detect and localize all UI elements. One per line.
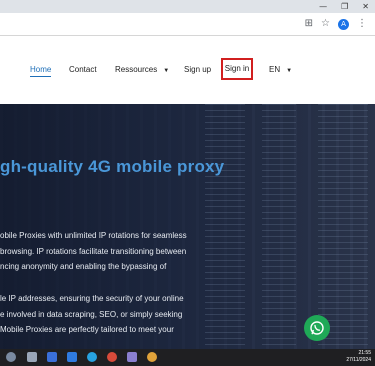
language-label: EN (269, 65, 281, 74)
hero-title: gh-quality 4G mobile proxy (0, 157, 225, 176)
nav-resources-label: Ressources (115, 65, 158, 74)
nav-signup-link[interactable]: Sign up (184, 65, 211, 75)
windows-taskbar: 21:55 27/11/2024 (0, 349, 375, 366)
hero-paragraph-1: obile Proxies with unlimited IP rotation… (0, 228, 187, 275)
taskbar-clock[interactable]: 21:55 27/11/2024 (346, 350, 371, 364)
translate-icon[interactable]: ⊞ (305, 17, 313, 31)
app-icon[interactable] (67, 352, 77, 362)
clock-date: 27/11/2024 (346, 357, 371, 363)
browser-titlebar: — ❐ ✕ (0, 0, 375, 13)
chrome-icon[interactable] (107, 352, 117, 362)
minimize-button[interactable]: — (319, 0, 327, 13)
excel-icon[interactable] (47, 352, 57, 362)
nav-resources-dropdown[interactable]: Ressources ▼ (115, 65, 169, 76)
nav-contact-link[interactable]: Contact (69, 65, 97, 75)
whatsapp-chat-button[interactable] (304, 315, 330, 341)
chevron-down-icon: ▼ (163, 68, 170, 74)
start-icon[interactable] (6, 352, 16, 362)
hero-text-line: e involved in data scraping, SEO, or sim… (0, 309, 183, 319)
clock-time: 21:55 (358, 350, 371, 356)
hero-text-line: Mobile Proxies are perfectly tailored to… (0, 325, 174, 334)
server-rack-image (318, 104, 368, 349)
server-rack-image (262, 104, 296, 349)
server-rack-image (205, 104, 245, 349)
telegram-icon[interactable] (87, 352, 97, 362)
browser-menu-icon[interactable]: ⋮ (357, 17, 367, 31)
hero-text-line: le IP addresses, ensuring the security o… (0, 294, 184, 303)
bookmark-star-icon[interactable]: ☆ (321, 17, 330, 31)
profile-avatar[interactable]: A (338, 18, 349, 30)
nav-signin-button[interactable]: Sign in (221, 58, 253, 80)
file-explorer-icon[interactable] (27, 352, 37, 362)
site-navigation: Home Contact Ressources ▼ Sign up Sign in… (0, 36, 375, 104)
app-icon[interactable] (127, 352, 137, 362)
close-button[interactable]: ✕ (362, 0, 369, 13)
chevron-down-icon: ▼ (286, 68, 293, 74)
chrome-icon[interactable] (147, 352, 157, 362)
toolbar-icons: ⊞ ☆ A ⋮ (305, 17, 367, 31)
language-selector[interactable]: EN ▼ (269, 65, 292, 76)
hero-section: gh-quality 4G mobile proxy obile Proxies… (0, 104, 375, 349)
whatsapp-icon (310, 321, 324, 335)
browser-toolbar: ⊞ ☆ A ⋮ (0, 13, 375, 36)
maximize-button[interactable]: ❐ (341, 0, 348, 13)
hero-text-line: ncing anonymity and enabling the bypassi… (0, 262, 167, 271)
hero-text-line: obile Proxies with unlimited IP rotation… (0, 231, 187, 240)
nav-home-link[interactable]: Home (30, 65, 52, 77)
hero-text-line: browsing. IP rotations facilitate transi… (0, 246, 187, 256)
hero-paragraph-2: le IP addresses, ensuring the security o… (0, 291, 184, 338)
window-controls: — ❐ ✕ (319, 0, 369, 13)
